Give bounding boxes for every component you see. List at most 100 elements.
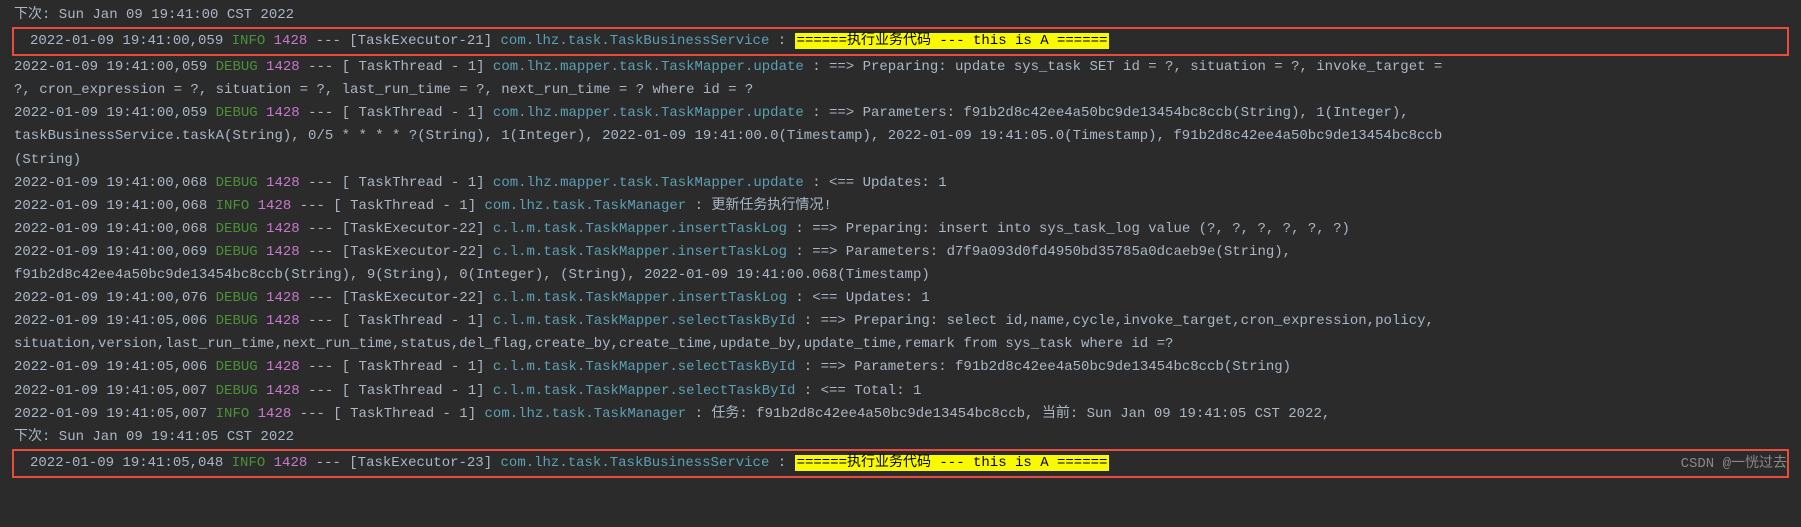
log-thread: [TaskExecutor-21] [349, 33, 500, 49]
log-separator: --- [300, 313, 342, 329]
log-line-continuation: ?, cron_expression = ?, situation = ?, l… [0, 79, 1801, 102]
log-line: 2022-01-09 19:41:05,006 DEBUG 1428 --- [… [0, 310, 1801, 333]
log-line-continuation: 下次: Sun Jan 09 19:41:05 CST 2022 [0, 426, 1801, 449]
log-level: DEBUG [216, 383, 258, 399]
log-separator: --- [300, 290, 342, 306]
log-thread: [ TaskThread - 1] [342, 175, 493, 191]
log-logger: com.lhz.task.TaskManager [485, 406, 695, 422]
log-level: INFO [232, 33, 266, 49]
log-separator: --- [300, 359, 342, 375]
log-message: <== Updates: 1 [812, 290, 930, 306]
log-timestamp: 2022-01-09 19:41:00,068 [14, 221, 216, 237]
log-logger: c.l.m.task.TaskMapper.selectTaskById [493, 383, 804, 399]
log-timestamp: 2022-01-09 19:41:05,006 [14, 359, 216, 375]
log-level: DEBUG [216, 359, 258, 375]
log-logger: c.l.m.task.TaskMapper.insertTaskLog [493, 221, 795, 237]
log-pid: 1428 [258, 175, 300, 191]
log-timestamp: 2022-01-09 19:41:00,059 [30, 33, 232, 49]
log-line: 2022-01-09 19:41:00,059 DEBUG 1428 --- [… [0, 56, 1801, 79]
log-level: DEBUG [216, 105, 258, 121]
log-line: 2022-01-09 19:41:05,007 INFO 1428 --- [ … [0, 403, 1801, 426]
log-logger: c.l.m.task.TaskMapper.selectTaskById [493, 313, 804, 329]
log-pid: 1428 [265, 455, 307, 471]
log-line-continuation: f91b2d8c42ee4a50bc9de13454bc8ccb(String)… [0, 264, 1801, 287]
log-colon: : [812, 105, 829, 121]
log-message: ==> Preparing: update sys_task SET id = … [829, 59, 1442, 75]
log-colon: : [795, 244, 812, 260]
log-timestamp: 2022-01-09 19:41:00,076 [14, 290, 216, 306]
log-message: ==> Parameters: d7f9a093d0fd4950bd35785a… [812, 244, 1291, 260]
log-timestamp: 2022-01-09 19:41:00,059 [14, 105, 216, 121]
log-colon: : [778, 455, 795, 471]
log-logger: com.lhz.mapper.task.TaskMapper.update [493, 59, 812, 75]
log-colon: : [778, 33, 795, 49]
log-line-continuation: (String) [0, 149, 1801, 172]
log-line-continuation: 下次: Sun Jan 09 19:41:00 CST 2022 [0, 4, 1801, 27]
log-line: 2022-01-09 19:41:00,068 INFO 1428 --- [ … [0, 195, 1801, 218]
log-line: 2022-01-09 19:41:00,059 DEBUG 1428 --- [… [0, 102, 1801, 125]
log-level: DEBUG [216, 244, 258, 260]
log-colon: : [795, 221, 812, 237]
log-colon: : [804, 359, 821, 375]
log-timestamp: 2022-01-09 19:41:05,007 [14, 383, 216, 399]
log-pid: 1428 [258, 290, 300, 306]
log-logger: com.lhz.mapper.task.TaskMapper.update [493, 175, 812, 191]
log-thread: [ TaskThread - 1] [342, 359, 493, 375]
log-pid: 1428 [258, 383, 300, 399]
log-message: <== Total: 1 [821, 383, 922, 399]
log-logger: c.l.m.task.TaskMapper.selectTaskById [493, 359, 804, 375]
log-logger: com.lhz.task.TaskBusinessService [501, 455, 778, 471]
log-timestamp: 2022-01-09 19:41:05,048 [30, 455, 232, 471]
log-line-continuation: situation,version,last_run_time,next_run… [0, 333, 1801, 356]
log-separator: --- [291, 198, 333, 214]
log-line: 2022-01-09 19:41:00,069 DEBUG 1428 --- [… [0, 241, 1801, 264]
log-level: INFO [216, 198, 250, 214]
log-level: INFO [216, 406, 250, 422]
log-pid: 1428 [258, 105, 300, 121]
log-logger: com.lhz.mapper.task.TaskMapper.update [493, 105, 812, 121]
log-level: DEBUG [216, 313, 258, 329]
log-colon: : [804, 383, 821, 399]
log-separator: --- [300, 59, 342, 75]
log-timestamp: 2022-01-09 19:41:05,006 [14, 313, 216, 329]
log-thread: [ TaskThread - 1] [342, 59, 493, 75]
log-line: 2022-01-09 19:41:00,059 INFO 1428 --- [T… [16, 30, 1785, 53]
log-line: 2022-01-09 19:41:05,006 DEBUG 1428 --- [… [0, 356, 1801, 379]
log-pid: 1428 [249, 198, 291, 214]
log-line: 2022-01-09 19:41:05,048 INFO 1428 --- [T… [16, 452, 1785, 475]
log-separator: --- [300, 105, 342, 121]
log-logger: com.lhz.task.TaskBusinessService [501, 33, 778, 49]
log-thread: [ TaskThread - 1] [342, 383, 493, 399]
log-level: INFO [232, 455, 266, 471]
log-colon: : [812, 59, 829, 75]
log-thread: [ TaskThread - 1] [342, 313, 493, 329]
log-message: 更新任务执行情况! [711, 198, 831, 214]
log-thread: [TaskExecutor-22] [342, 244, 493, 260]
log-colon: : [804, 313, 821, 329]
watermark-text: CSDN @一恍过去 [1681, 453, 1787, 476]
log-pid: 1428 [258, 244, 300, 260]
log-separator: --- [307, 33, 349, 49]
log-level: DEBUG [216, 221, 258, 237]
log-pid: 1428 [249, 406, 291, 422]
log-thread: [ TaskThread - 1] [333, 198, 484, 214]
log-message: ==> Parameters: f91b2d8c42ee4a50bc9de134… [829, 105, 1409, 121]
log-message: ==> Parameters: f91b2d8c42ee4a50bc9de134… [821, 359, 1291, 375]
log-line: 2022-01-09 19:41:05,007 DEBUG 1428 --- [… [0, 380, 1801, 403]
log-timestamp: 2022-01-09 19:41:00,068 [14, 198, 216, 214]
log-thread: [ TaskThread - 1] [342, 105, 493, 121]
log-level: DEBUG [216, 175, 258, 191]
log-thread: [TaskExecutor-23] [349, 455, 500, 471]
log-line: 2022-01-09 19:41:00,068 DEBUG 1428 --- [… [0, 172, 1801, 195]
log-colon: : [695, 406, 712, 422]
log-colon: : [795, 290, 812, 306]
log-message: <== Updates: 1 [829, 175, 947, 191]
log-message: ==> Preparing: insert into sys_task_log … [812, 221, 1350, 237]
log-message: 任务: f91b2d8c42ee4a50bc9de13454bc8ccb, 当前… [711, 406, 1330, 422]
highlighted-log-box: 2022-01-09 19:41:05,048 INFO 1428 --- [T… [12, 449, 1789, 478]
log-separator: --- [307, 455, 349, 471]
log-message-highlighted: ======执行业务代码 --- this is A ====== [795, 455, 1110, 471]
log-line: 2022-01-09 19:41:00,076 DEBUG 1428 --- [… [0, 287, 1801, 310]
log-pid: 1428 [258, 359, 300, 375]
log-colon: : [695, 198, 712, 214]
